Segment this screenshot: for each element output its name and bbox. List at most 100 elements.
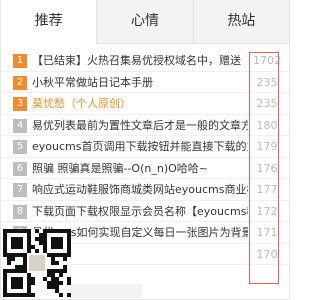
qr-module [11,269,15,273]
qr-module [59,253,63,257]
qr-module [31,293,35,297]
tab-recommended[interactable]: 推荐 [1,0,97,44]
qr-module [27,229,31,233]
qr-module [3,245,7,249]
qr-module [55,253,59,257]
qr-module [11,237,15,241]
qr-module [59,245,63,249]
list-item[interactable]: 8 下载页面下载权限显示会员名称【eyoucms教 172 [1,201,289,222]
article-title-link[interactable]: 小秋平常做站日记本手册 [32,72,248,93]
qr-module [67,241,71,245]
qr-module [31,277,35,281]
rank-badge: 4 [13,118,27,133]
qr-module [43,241,47,245]
qr-module [47,281,51,285]
qr-module [31,281,35,285]
qr-module [7,229,11,233]
view-count: 171 [256,226,278,239]
qr-module [27,245,31,249]
qr-module [3,269,7,273]
article-title-link[interactable]: 响应式运动鞋服饰商城类网站eyoucms商业模 [32,179,248,200]
qr-module [43,245,47,249]
qr-module [43,233,47,237]
qr-module [47,229,51,233]
qr-module [63,229,67,233]
qr-module [39,233,43,237]
list-item[interactable]: 1 【已结束】火热召集易优授权域名中，赠送 1702 [1,50,289,72]
qr-module [3,229,7,233]
qr-module [27,281,31,285]
tab-bar: 推荐 心情 热站 [1,0,289,44]
qr-module [67,249,71,253]
qr-module [55,261,59,265]
qr-module [59,241,63,245]
article-title-link[interactable]: 易优列表最前为置性文章后才是一般的文章方 [32,115,248,136]
qr-module [3,285,7,289]
view-count: 235 [256,75,278,89]
list-item[interactable]: 2 小秋平常做站日记本手册 235 [1,72,289,93]
qr-module [59,229,63,233]
tab-hot-sites[interactable]: 热站 [192,0,289,43]
qr-module [3,293,7,297]
qr-module [47,285,51,289]
qr-module [59,293,63,297]
qr-module [35,237,39,241]
article-title-link[interactable]: 莫忧愁（个人原创） [32,93,248,114]
qr-module [59,281,63,285]
qr-module [51,285,55,289]
list-item[interactable]: 4 易优列表最前为置性文章后才是一般的文章方 180 [1,115,289,136]
qr-module [35,229,39,233]
qr-module [55,237,59,241]
qr-code-icon [3,229,71,297]
article-title-link[interactable]: 下载页面下载权限显示会员名称【eyoucms教 [32,201,248,222]
qr-module [15,241,19,245]
qr-module [19,253,23,257]
article-title-link[interactable]: eyoucms首页调用下载按钮并能直接下载的方 [32,136,248,157]
qr-module [3,233,7,237]
qr-module [59,273,63,277]
qr-module [67,293,71,297]
qr-module [59,269,63,273]
qr-module [15,293,19,297]
article-title-link[interactable]: 【已结束】火热召集易优授权域名中，赠送 [32,50,248,71]
qr-module [63,253,67,257]
qr-module [51,245,55,249]
list-item[interactable]: 5 eyoucms首页调用下载按钮并能直接下载的方 179 [1,136,289,158]
qr-module [51,241,55,245]
qr-module [51,277,55,281]
qr-module [15,285,19,289]
list-item[interactable]: 6 照骗 照骗真是照骗--O(n_n)O哈哈~ 176 [1,158,289,179]
qr-module [11,253,15,257]
view-count: 170 [256,247,278,261]
qr-module [47,269,51,273]
qr-module [19,277,23,281]
qr-module [19,241,23,245]
tab-mood[interactable]: 心情 [96,0,192,43]
qr-module [15,277,19,281]
qr-module [3,281,7,285]
article-title-link[interactable]: 照骗 照骗真是照骗--O(n_n)O哈哈~ [32,158,248,179]
qr-module [19,285,23,289]
qr-module [19,269,23,273]
qr-module [27,237,31,241]
qr-module [55,289,59,293]
qr-module [19,229,23,233]
qr-module [67,253,71,257]
qr-module [43,277,47,281]
qr-module [7,257,11,261]
qr-module [55,285,59,289]
view-count: 180 [256,118,278,132]
qr-module [11,241,15,245]
qr-module [19,293,23,297]
qr-module [63,265,67,269]
qr-module [19,237,23,241]
view-count: 172 [256,204,278,218]
qr-module [15,253,19,257]
list-item[interactable]: 3 莫忧愁（个人原创） 235 [1,93,289,115]
qr-module [11,281,15,285]
qr-module [11,293,15,297]
qr-module [51,257,55,261]
list-item[interactable]: 7 响应式运动鞋服饰商城类网站eyoucms商业模 177 [1,179,289,201]
rank-badge: 7 [13,183,27,197]
qr-module [63,269,67,273]
